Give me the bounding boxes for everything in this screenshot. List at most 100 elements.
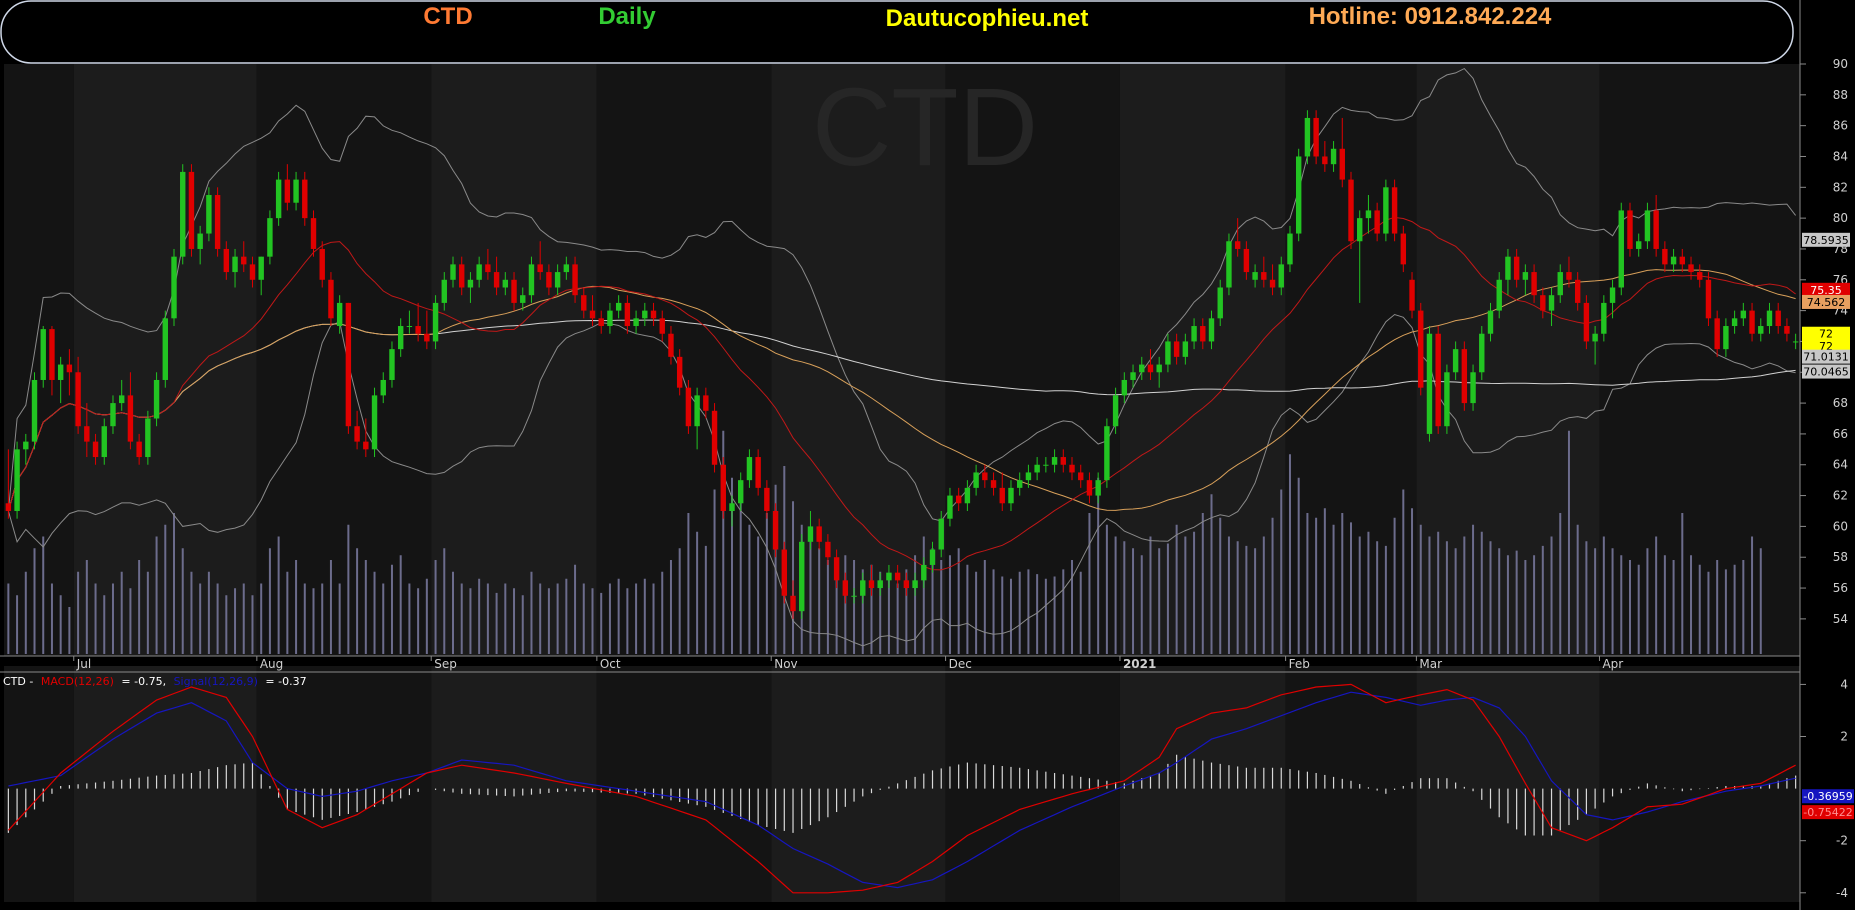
candle-body [947, 495, 953, 519]
price-tick-label: 88 [1833, 88, 1848, 102]
candle-body [868, 580, 875, 589]
header-period: Daily [598, 3, 656, 30]
candle-body [57, 364, 64, 380]
candle-body [982, 472, 988, 481]
candle-body [1304, 117, 1311, 157]
candle-body [720, 464, 726, 511]
candle-body [790, 595, 796, 612]
candle-body [1060, 457, 1066, 465]
price-tag-label: 70.0465 [1803, 366, 1849, 379]
watermark: CTD [812, 66, 1038, 189]
candle-body [424, 333, 430, 342]
candle-body [1574, 279, 1581, 303]
candle-body [1784, 326, 1790, 334]
macd-title-signal: Signal(12,26,9) [174, 675, 258, 688]
candle-body [781, 549, 788, 596]
candle-body [1095, 480, 1101, 496]
price-tick-label: 80 [1833, 211, 1848, 225]
candle-body [520, 295, 526, 303]
candle-body [1357, 218, 1363, 242]
macd-band [1416, 666, 1600, 902]
candle-body [1792, 341, 1799, 343]
candle-body [1766, 310, 1773, 327]
candle-body [764, 487, 770, 511]
candle-body [703, 395, 709, 411]
candle-body [1156, 364, 1162, 373]
candle-body [1226, 241, 1232, 288]
candle-body [607, 310, 613, 327]
candle-body [136, 441, 142, 458]
candle-body [1418, 310, 1424, 388]
candle-body [1697, 272, 1703, 280]
candle-body [1452, 349, 1459, 373]
candle-body [145, 418, 151, 458]
candle-body [49, 329, 55, 380]
macd-title-symbol: CTD - [3, 675, 33, 688]
candle-body [738, 480, 744, 504]
candle-body [1121, 379, 1128, 396]
candle-body [319, 248, 325, 280]
candle-body [389, 349, 395, 380]
candle-body [1104, 426, 1110, 481]
candle-body [1557, 272, 1563, 296]
candle-body [232, 256, 238, 273]
candle-body [886, 572, 892, 581]
candle-body [1313, 117, 1319, 157]
macd-band [596, 666, 772, 902]
candle-body [92, 441, 99, 458]
candle-body [371, 395, 378, 450]
candle-body [502, 279, 509, 288]
candle-body [249, 264, 256, 280]
candle-body [929, 549, 936, 565]
candle-body [1426, 333, 1433, 434]
candle-body [476, 264, 482, 280]
macd-title-signal-value: = -0.37 [265, 675, 306, 688]
price-band [256, 64, 432, 656]
candle-body [1374, 210, 1380, 234]
candle-body [75, 372, 81, 427]
candle-body [1531, 272, 1537, 296]
macd-band [4, 666, 74, 902]
candle-body [467, 279, 474, 288]
candle-body [1322, 156, 1328, 165]
candle-body [1008, 487, 1014, 504]
candle-body [1069, 464, 1075, 473]
price-band [4, 64, 74, 656]
candle-body [1182, 341, 1189, 357]
candle-body [554, 272, 561, 288]
candle-body [624, 302, 631, 327]
macd-tick-label: 2 [1840, 730, 1848, 744]
header-hotline: Hotline: 0912.842.224 [1309, 3, 1552, 30]
candle-body [162, 318, 168, 380]
candle-body [1295, 156, 1302, 234]
header-site: Dautucophieu.net [886, 5, 1089, 32]
candle-body [615, 302, 622, 311]
stock-chart: CTD CTD Daily Dautucophieu.net Hotline: … [0, 0, 1855, 910]
candle-body [1775, 310, 1781, 327]
macd-band [945, 666, 1120, 902]
price-tick-label: 62 [1833, 489, 1848, 503]
candle-body [1243, 248, 1250, 273]
candle-body [1330, 148, 1337, 165]
candle-body [955, 495, 962, 504]
candle-body [1723, 326, 1729, 350]
candle-body [40, 329, 46, 380]
candle-body [842, 580, 849, 596]
candle-body [493, 272, 500, 288]
candle-body [441, 279, 447, 303]
candle-body [1383, 187, 1389, 234]
candle-body [275, 179, 282, 219]
macd-band [771, 666, 946, 902]
price-band [431, 64, 597, 656]
macd-tick-label: 4 [1840, 677, 1848, 691]
candle-body [118, 395, 125, 404]
svg-text:CTD - MACD(12,26): CTD - MACD(12,26) = -0.75, Signal(12,26,… [3, 675, 307, 688]
macd-tag-label: -0.75422 [1803, 806, 1852, 819]
candle-body [1130, 372, 1136, 380]
candle-body [546, 272, 552, 288]
candle-body [685, 387, 692, 427]
price-tick-label: 90 [1833, 57, 1848, 71]
candle-body [1540, 295, 1546, 311]
candle-body [1644, 210, 1651, 242]
candle-body [1470, 372, 1476, 404]
